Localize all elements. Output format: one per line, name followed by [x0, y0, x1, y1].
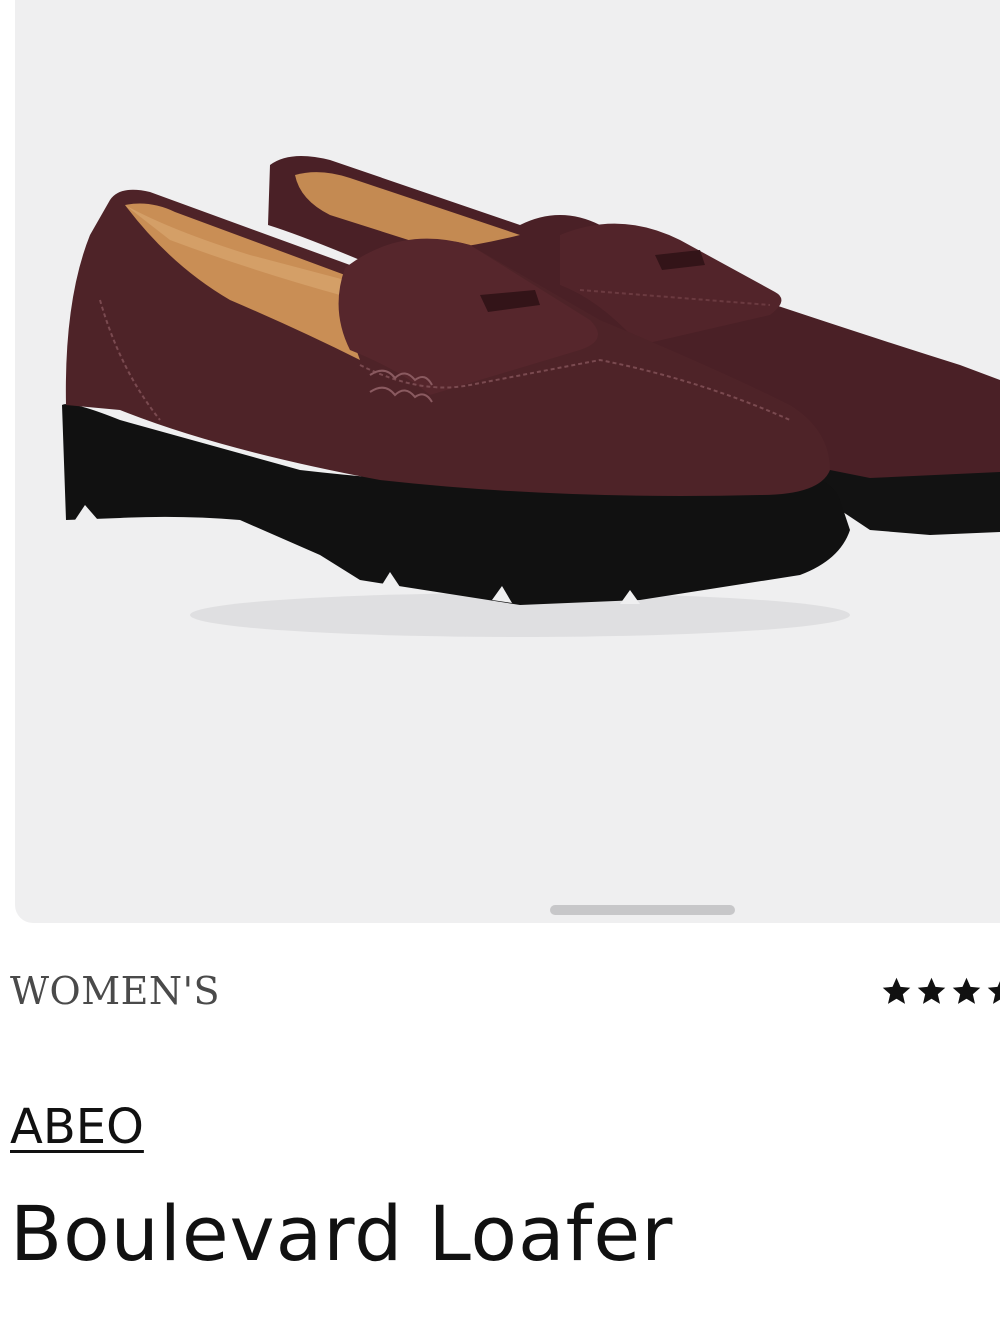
product-image[interactable]: [15, 0, 1000, 923]
front-shoe: [62, 189, 850, 605]
star-icon: [987, 981, 1000, 1004]
star-icon: [882, 977, 911, 1004]
product-image-gallery[interactable]: [15, 0, 1000, 923]
carousel-scroll-indicator[interactable]: [550, 905, 735, 915]
brand-link[interactable]: ABEO: [10, 1103, 144, 1151]
product-title: Boulevard Loafer: [10, 1189, 674, 1278]
star-icon: [917, 977, 946, 1004]
star-icon: [952, 977, 981, 1004]
category-label: WOMEN'S: [10, 969, 221, 1013]
product-rating[interactable]: [880, 975, 1000, 1025]
